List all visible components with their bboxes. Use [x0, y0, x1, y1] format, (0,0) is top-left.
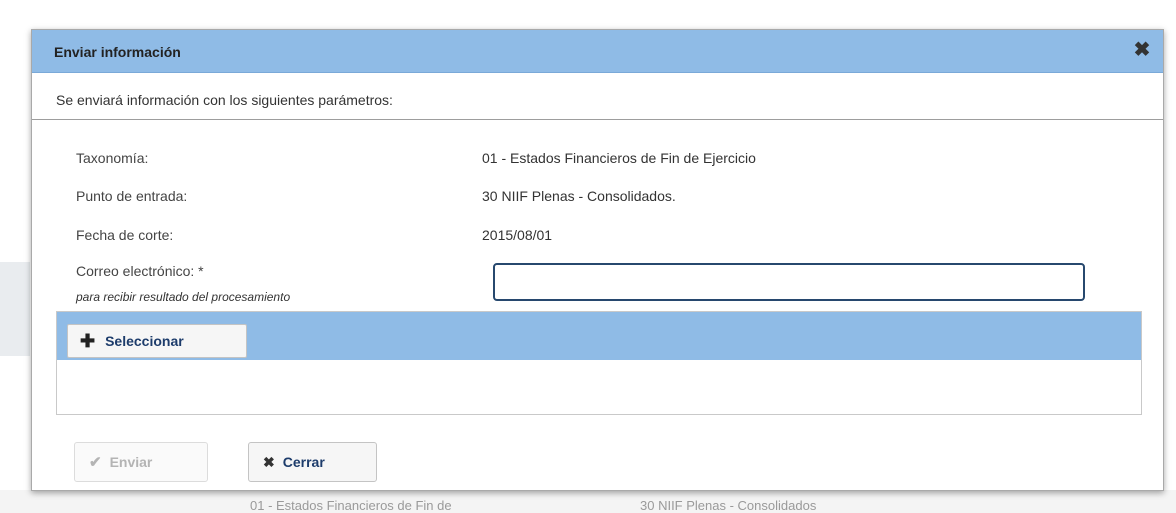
close-button[interactable]: ✖ Cerrar [248, 442, 377, 482]
background-text-right: 30 NIIF Plenas - Consolidados [640, 498, 817, 513]
cutoff-date-label: Fecha de corte: [76, 227, 174, 243]
divider [32, 119, 1163, 120]
send-button[interactable]: ✔ Enviar [74, 442, 208, 482]
dialog-title: Enviar información [54, 44, 181, 60]
background-footer: 01 - Estados Financieros de Fin de 30 NI… [0, 490, 1176, 513]
upload-panel: ✚ Seleccionar [56, 311, 1142, 415]
email-field[interactable] [493, 263, 1085, 301]
check-icon: ✔ [89, 454, 102, 471]
entry-point-value: 30 NIIF Plenas - Consolidados. [482, 188, 676, 204]
send-button-label: Enviar [109, 454, 153, 470]
close-icon[interactable]: ✖ [1131, 39, 1153, 61]
cutoff-date-value: 2015/08/01 [482, 227, 553, 243]
close-x-icon: ✖ [263, 453, 275, 470]
taxonomy-label: Taxonomía: [76, 150, 149, 166]
close-button-label: Cerrar [282, 454, 325, 470]
select-file-label: Seleccionar [105, 333, 184, 349]
email-label: Correo electrónico: * [76, 263, 204, 279]
plus-icon: ✚ [80, 331, 96, 351]
upload-header: ✚ Seleccionar [57, 312, 1141, 360]
dialog-intro: Se enviará información con los siguiente… [56, 92, 393, 108]
taxonomy-value: 01 - Estados Financieros de Fin de Ejerc… [482, 150, 756, 166]
select-file-button[interactable]: ✚ Seleccionar [67, 324, 247, 358]
background-strip [0, 262, 30, 356]
entry-point-label: Punto de entrada: [76, 188, 188, 204]
email-hint: para recibir resultado del procesamiento [76, 290, 291, 304]
send-info-dialog: Enviar información ✖ Se enviará informac… [31, 29, 1164, 491]
dialog-titlebar: Enviar información ✖ [32, 30, 1163, 73]
background-text-left: 01 - Estados Financieros de Fin de [250, 498, 452, 513]
